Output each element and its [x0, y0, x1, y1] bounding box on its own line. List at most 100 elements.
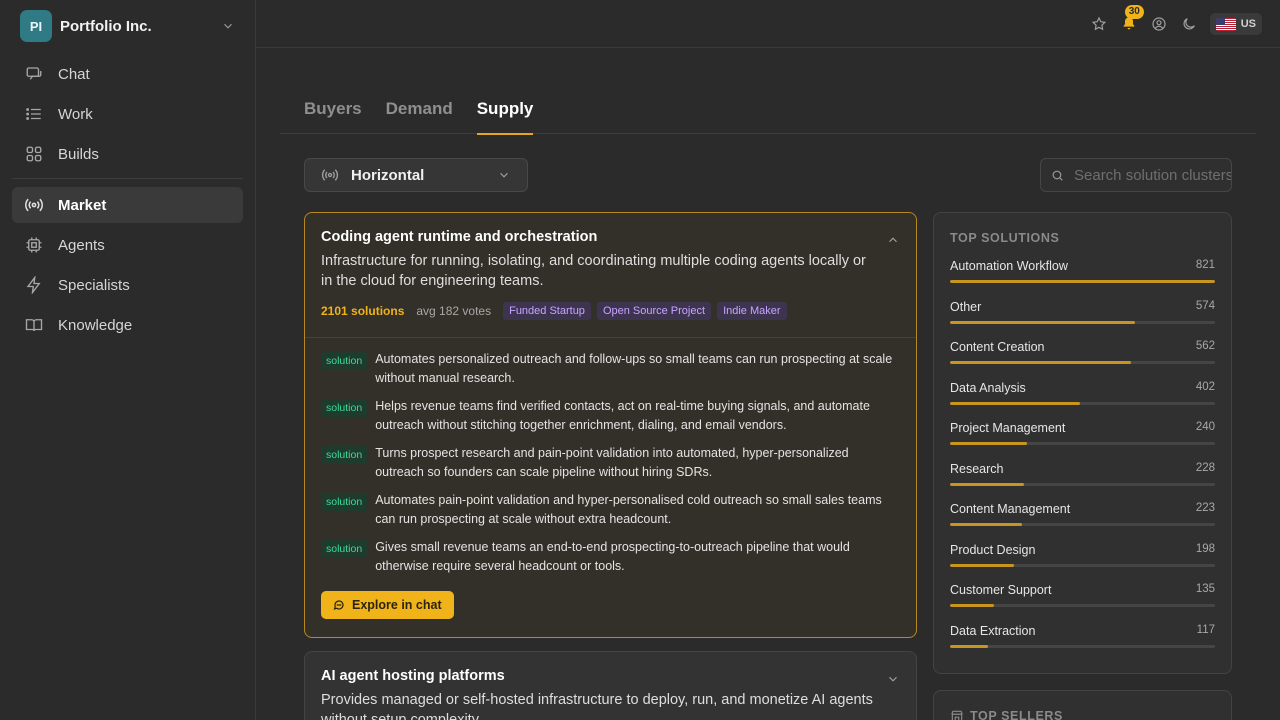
top-solution-row[interactable]: Content Management 223	[950, 502, 1215, 531]
sidebar-item-work[interactable]: Work	[12, 96, 243, 132]
broadcast-icon	[321, 166, 339, 184]
chat-icon	[24, 64, 44, 84]
top-solution-bar	[950, 563, 1014, 567]
sidebar-nav: Chat Work Builds Market Agents Specialis…	[0, 52, 255, 343]
sidebar-item-label: Builds	[58, 145, 99, 163]
cluster-card[interactable]: Coding agent runtime and orchestration I…	[304, 212, 917, 638]
tab-supply[interactable]: Supply	[476, 90, 533, 135]
market-tabs: Buyers Demand Supply	[280, 90, 1256, 135]
top-solution-bar	[950, 644, 988, 648]
top-solution-row[interactable]: Product Design 198	[950, 543, 1215, 572]
top-solution-bar	[950, 280, 1215, 283]
top-solution-bar-track	[950, 604, 1215, 607]
moon-icon[interactable]	[1180, 12, 1198, 36]
cluster-description: Provides managed or self-hosted infrastr…	[321, 692, 873, 720]
sidebar-item-builds[interactable]: Builds	[12, 136, 243, 172]
chevron-down-icon	[497, 168, 511, 182]
list-item: solution Automates pain-point validation…	[321, 491, 900, 529]
sidebar-item-chat[interactable]: Chat	[12, 56, 243, 92]
top-solution-count: 821	[1195, 259, 1215, 271]
top-solution-bar	[950, 482, 1024, 486]
top-solution-bar-track	[950, 482, 1215, 486]
solution-badge: solution	[321, 352, 368, 370]
cluster-description: Infrastructure for running, isolating, a…	[321, 253, 866, 289]
sidebar-item-label: Knowledge	[58, 316, 133, 334]
list-icon	[24, 104, 44, 124]
star-icon[interactable]	[1090, 12, 1108, 36]
top-solution-row[interactable]: Project Management 240	[950, 421, 1215, 450]
org-switcher[interactable]: PI Portfolio Inc.	[0, 0, 255, 52]
top-solution-count: 562	[1195, 340, 1215, 352]
top-solution-name: Data Extraction	[950, 623, 1036, 638]
cluster-title: AI agent hosting platforms	[321, 668, 505, 684]
top-solution-bar-track	[950, 523, 1215, 526]
panel-title: TOP SELLERS	[970, 709, 1063, 720]
cluster-card[interactable]: AI agent hosting platforms Provides mana…	[304, 651, 917, 720]
top-solution-name: Automation Workflow	[950, 259, 1068, 273]
top-solutions-panel: TOP SOLUTIONS Automation Workflow 821 Othe…	[933, 212, 1232, 674]
list-item: solution Automates personalized outreach…	[321, 350, 900, 388]
panel-title: TOP SOLUTIONS	[950, 231, 1060, 245]
top-solution-bar-track	[950, 280, 1215, 283]
broadcast-icon	[24, 195, 44, 215]
search-box	[1040, 158, 1232, 192]
top-solution-row[interactable]: Other 574	[950, 300, 1215, 329]
tab-demand[interactable]: Demand	[386, 90, 453, 134]
top-solution-name: Customer Support	[950, 583, 1052, 597]
grid-icon	[24, 144, 44, 164]
top-solution-count: 228	[1195, 461, 1215, 474]
category-select[interactable]: Horizontal	[304, 158, 528, 192]
top-solution-bar	[950, 361, 1132, 364]
top-solution-row[interactable]: Automation Workflow 821	[950, 259, 1215, 288]
category-select-value: Horizontal	[351, 166, 425, 184]
top-solution-count: 135	[1195, 583, 1215, 595]
sidebar-item-label: Agents	[58, 236, 105, 254]
chevron-down-icon[interactable]	[886, 672, 900, 686]
top-solution-row[interactable]: Data Extraction 117	[950, 624, 1215, 653]
top-solution-count: 117	[1196, 623, 1215, 636]
topbar: 30 US	[256, 0, 1280, 48]
sidebar-item-label: Specialists	[58, 276, 130, 294]
top-solution-row[interactable]: Content Creation 562	[950, 340, 1215, 369]
solution-text: Turns prospect research and pain-point v…	[375, 446, 849, 479]
store-icon	[950, 709, 964, 720]
top-solution-row[interactable]: Customer Support 135	[950, 583, 1215, 612]
top-solution-name: Research	[950, 461, 1004, 476]
us-flag-icon	[1215, 17, 1236, 31]
solution-count: 2101 solutions	[321, 304, 405, 318]
solution-text: Automates personalized outreach and foll…	[375, 352, 893, 385]
top-sellers-panel: TOP SELLERS	[933, 690, 1232, 720]
tag-badge: Open Source Project	[596, 302, 712, 320]
tab-buyers[interactable]: Buyers	[304, 90, 362, 134]
solution-badge: solution	[321, 493, 368, 511]
cluster-title: Coding agent runtime and orchestration	[321, 229, 598, 245]
notifications-button[interactable]: 30	[1120, 5, 1144, 36]
sidebar-item-agents[interactable]: Agents	[12, 227, 243, 263]
sidebar: PI Portfolio Inc. Chat Work Builds Marke…	[0, 0, 256, 720]
locale-switcher[interactable]: US	[1209, 13, 1262, 35]
chevron-up-icon[interactable]	[886, 233, 900, 247]
cluster-meta: 2101 solutions avg 182 votes Funded Star…	[321, 301, 900, 321]
chevron-down-icon	[221, 19, 235, 33]
top-solution-count: 240	[1195, 421, 1215, 433]
top-solution-name: Other	[950, 299, 982, 314]
search-input[interactable]	[1074, 166, 1231, 184]
bolt-icon	[24, 275, 44, 295]
explore-label: Explore in chat	[352, 598, 442, 612]
explore-in-chat-button[interactable]: Explore in chat	[321, 591, 454, 619]
list-item: solution Gives small revenue teams an en…	[321, 538, 900, 576]
sidebar-item-label: Work	[58, 105, 93, 123]
notification-count-badge: 30	[1124, 5, 1144, 19]
top-solution-bar-track	[950, 442, 1215, 445]
top-solution-row[interactable]: Data Analysis 402	[950, 381, 1215, 410]
user-circle-icon[interactable]	[1150, 12, 1168, 36]
top-solution-row[interactable]: Research 228	[950, 462, 1215, 491]
solution-text: Automates pain-point validation and hype…	[375, 493, 882, 526]
sidebar-item-knowledge[interactable]: Knowledge	[12, 307, 243, 343]
avg-votes: avg 182 votes	[416, 304, 492, 318]
top-solution-name: Data Analysis	[950, 380, 1026, 395]
sidebar-item-specialists[interactable]: Specialists	[12, 267, 243, 303]
sidebar-item-market[interactable]: Market	[12, 187, 243, 223]
top-solution-count: 198	[1195, 542, 1215, 555]
sidebar-divider	[12, 178, 243, 179]
